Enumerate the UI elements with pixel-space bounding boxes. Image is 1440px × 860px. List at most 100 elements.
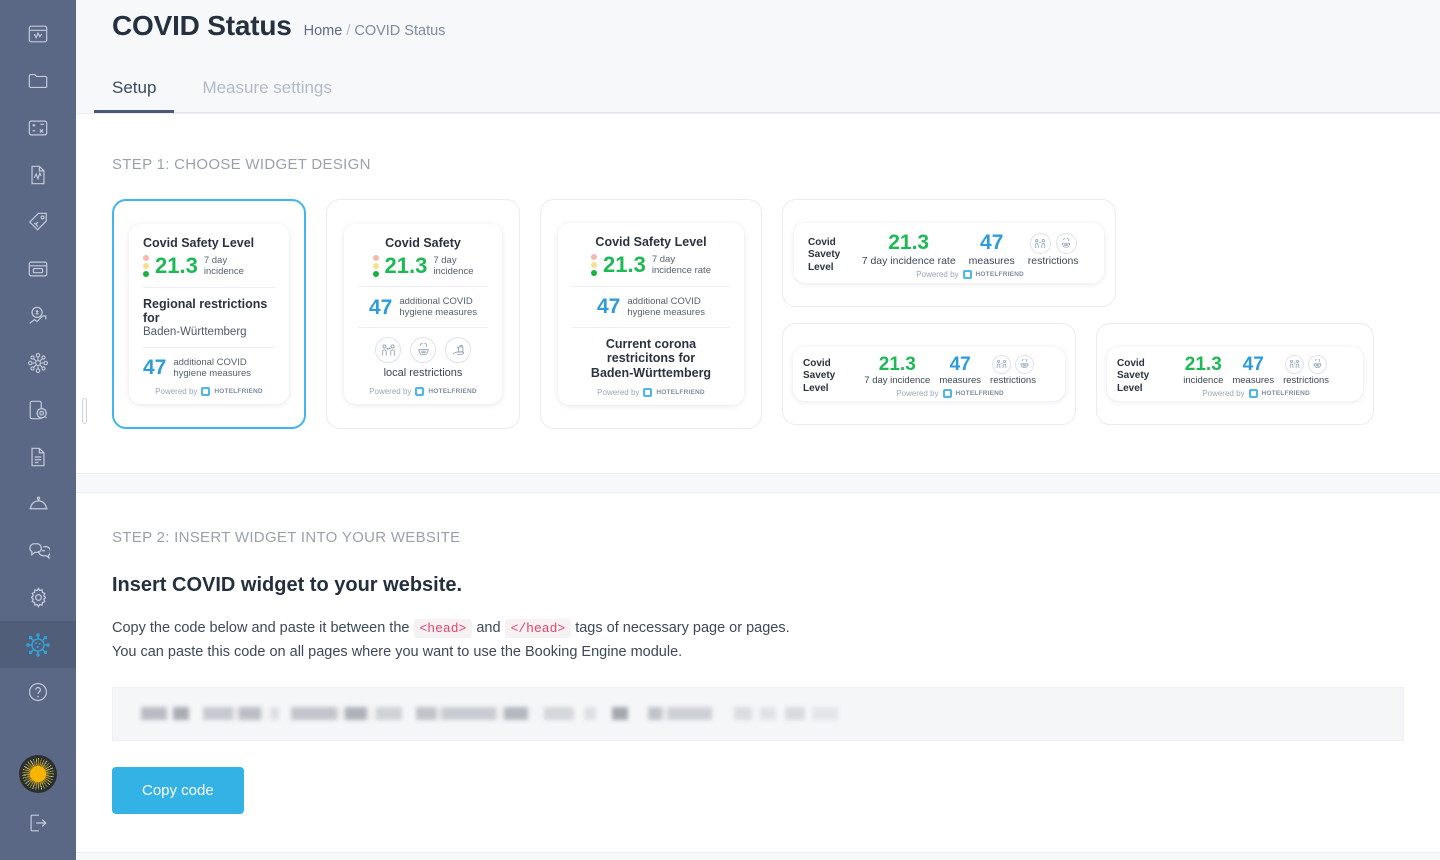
sidebar-item-device-settings[interactable] [0, 386, 76, 433]
widget2-incidence-label: 7 day incidence [433, 255, 473, 277]
widget-option-vertical-corona[interactable]: Covid Safety Level 21.3 7 day incidence … [540, 199, 762, 429]
step2-heading: Insert COVID widget to your website. [112, 574, 463, 596]
dot-red [143, 255, 149, 262]
hotelfriend-brand-text: HOTELFRIEND [955, 390, 1004, 398]
sidebar-collapse-handle[interactable] [82, 398, 87, 424]
copy-code-button[interactable]: Copy code [112, 766, 244, 814]
widget-option-horizontal-large[interactable]: Covid Savety Level 21.3 7 day incidence … [782, 199, 1116, 307]
brand-sun-logo[interactable] [19, 755, 57, 793]
powered-by-text: Powered by [1202, 389, 1245, 399]
widget6-incidence-value: 21.3 [1184, 353, 1222, 375]
hotelfriend-logo-icon [942, 389, 952, 399]
widget5-incidence-label: 7 day incidence [864, 375, 931, 387]
dot-yellow [591, 262, 597, 269]
sidebar-item-folder[interactable] [0, 57, 76, 104]
widget4-incidence-label: 7 day incidence rate [861, 255, 956, 268]
hotelfriend-brand-text: HOTELFRIEND [1261, 390, 1310, 398]
widget4-measures-label: measures [968, 255, 1015, 268]
face-mask-icon [1308, 355, 1328, 375]
widget2-incidence-value: 21.3 [384, 252, 428, 278]
widget-option-vertical-icons[interactable]: Covid Safety 21.3 7 day incidence 47 add… [326, 199, 520, 429]
widget3-incidence-label: 7 day incidence rate [652, 254, 711, 276]
widget4-l2: Savety [808, 249, 841, 261]
sidebar-item-dashboard[interactable] [0, 10, 76, 57]
widget-option-horizontal-small[interactable]: Covid Savety Level 21.3 incidence 47 mea… [1096, 323, 1374, 425]
dot-yellow [372, 262, 379, 269]
widget6-l1: Covid [1117, 357, 1145, 369]
widget5-restrictions-label: restrictions [990, 375, 1036, 387]
browser-card-icon [27, 258, 49, 280]
widget1-powered-by: Powered by HOTELFRIEND [143, 386, 275, 396]
widget1-measures-value: 47 [143, 356, 167, 380]
hotelfriend-brand-text: HOTELFRIEND [214, 387, 263, 395]
hotelfriend-brand-text: HOTELFRIEND [656, 388, 705, 396]
gear-icon [27, 586, 50, 609]
step1-label: STEP 1: CHOOSE WIDGET DESIGN [112, 156, 371, 173]
sidebar-item-reports[interactable] [0, 151, 76, 198]
widget3-incidence-l1: 7 day [651, 254, 676, 266]
traffic-light-dots [591, 254, 597, 277]
traffic-light-dots [372, 254, 379, 277]
step2-para-part1: Copy the code below and paste it between… [112, 620, 410, 636]
main-content: COVID Status Home / COVID Status Setup Mea… [76, 0, 1440, 860]
step2-paragraph: Copy the code below and paste it between… [112, 617, 1404, 665]
food-cloche-icon [27, 492, 50, 515]
social-distancing-icon [992, 355, 1011, 375]
sidebar-item-settings[interactable] [0, 574, 76, 621]
sidebar-item-covid-status[interactable] [0, 621, 76, 668]
widget2-restrictions-label: local restrictions [383, 367, 463, 380]
hotelfriend-logo-icon [415, 387, 425, 397]
powered-by-text: Powered by [896, 389, 939, 399]
sidebar-item-help[interactable] [0, 668, 76, 715]
network-nodes-icon [27, 352, 49, 374]
widget2-measures-label: additional COVID hygiene measures [399, 296, 477, 318]
powered-by-text: Powered by [916, 270, 959, 280]
calculator-icon [27, 117, 49, 139]
face-mask-icon [1055, 233, 1077, 255]
powered-by-text: Powered by [597, 387, 640, 397]
widget2-incidence-l2: incidence [433, 265, 474, 277]
embed-code-field[interactable] [112, 686, 1404, 741]
sidebar-item-revenue[interactable] [0, 292, 76, 339]
sidebar-item-pricing[interactable] [0, 198, 76, 245]
step2-para-part3: tags of necessary page or pages. [575, 620, 790, 636]
widget3-corona-title: Current corona restricitons for [605, 336, 697, 365]
document-lines-icon [27, 446, 49, 468]
widget3-title: Covid Safety Level [595, 235, 707, 250]
dashboard-window-icon [27, 23, 49, 45]
widget5-left-label: Covid Savety Level [803, 358, 835, 396]
tab-setup[interactable]: Setup [93, 78, 176, 113]
sidebar-item-restaurant[interactable] [0, 480, 76, 527]
widget-option-horizontal-medium[interactable]: Covid Savety Level 21.3 7 day incidence [782, 323, 1076, 425]
price-tag-icon [27, 211, 49, 233]
hotelfriend-brand-text: HOTELFRIEND [975, 271, 1024, 279]
breadcrumb-home[interactable]: Home [304, 23, 343, 39]
embed-code-redacted [141, 707, 838, 721]
widget3-corona-sub: Baden-Württemberg [590, 365, 712, 380]
widget3-measures-l2: hygiene measures [627, 306, 705, 318]
sidebar-item-documents[interactable] [0, 433, 76, 480]
widget2-icon-row [358, 337, 488, 364]
sidebar-item-channels[interactable] [0, 339, 76, 386]
sidebar-item-messages[interactable] [0, 527, 76, 574]
widget-option-vertical-regional[interactable]: Covid Safety Level 21.3 7 day incidence [112, 199, 306, 429]
logout-arrow-icon [27, 812, 49, 834]
widget5-measures-label: measures [939, 375, 982, 387]
widget5-powered-by: Powered by HOTELFRIEND [896, 389, 1004, 399]
hotelfriend-logo-icon [201, 386, 211, 396]
widget1-incidence-label: 7 day incidence [204, 255, 244, 277]
widget5-l2: Savety [803, 370, 836, 382]
widget4-l3: Level [808, 261, 834, 273]
traffic-light-dots [143, 255, 149, 278]
head-close-tag: </head> [504, 619, 572, 638]
widget1-measures-l2: hygiene measures [173, 367, 251, 379]
widget3-incidence-value: 21.3 [603, 252, 646, 278]
widget2-powered-by: Powered by HOTELFRIEND [358, 387, 488, 397]
logout-button[interactable] [0, 799, 76, 846]
widget3-measures-label: additional COVID hygiene measures [627, 296, 705, 318]
tab-measure-settings[interactable]: Measure settings [202, 78, 331, 112]
widget2-measures-value: 47 [369, 295, 393, 319]
widget6-l2: Savety [1117, 370, 1150, 382]
sidebar-item-booking[interactable] [0, 245, 76, 292]
sidebar-item-calculator[interactable] [0, 104, 76, 151]
